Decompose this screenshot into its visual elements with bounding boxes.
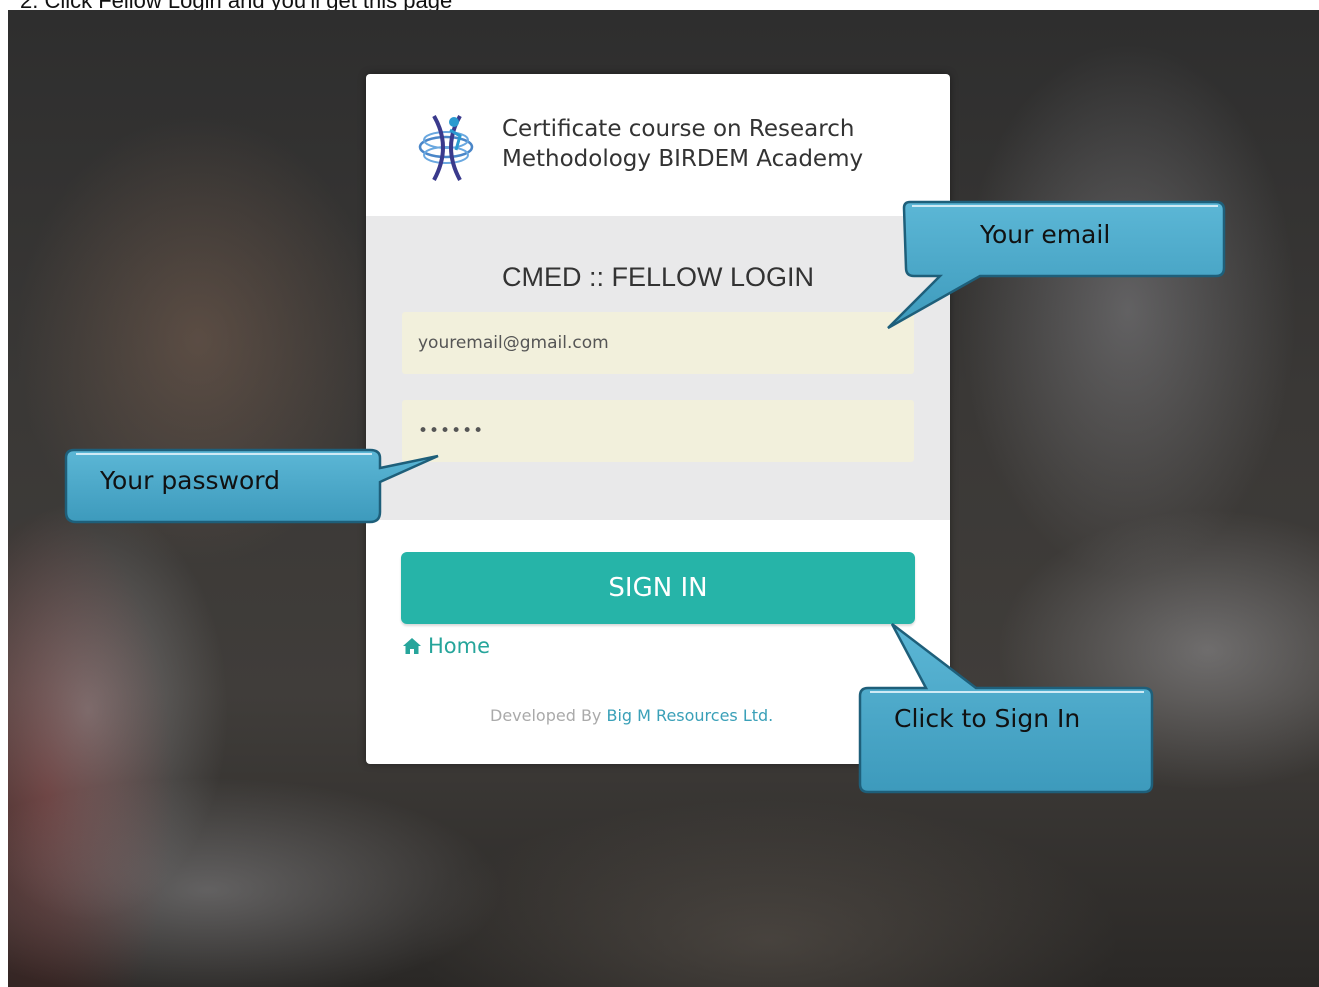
email-field[interactable]: youremail@gmail.com [402,312,914,374]
course-title-line2: Methodology BIRDEM Academy [502,146,864,172]
login-heading: CMED :: FELLOW LOGIN [501,262,815,292]
company-link[interactable]: Big M Resources Ltd. [606,706,773,725]
password-field[interactable]: •••••• [402,400,914,462]
sign-in-button[interactable]: SIGN IN [401,552,915,624]
callout-email: Your email [880,196,1230,336]
credit-prefix: Developed By [490,706,607,725]
callout-signin-text: Click to Sign In [894,704,1081,733]
course-title-line1: Certificate course on Research [502,116,855,142]
login-form-area: CMED :: FELLOW LOGIN youremail@gmail.com… [366,216,950,520]
callout-signin: Click to Sign In [856,622,1156,800]
callout-password-text: Your password [100,466,281,495]
course-title: Certificate course on Research Methodolo… [502,114,932,174]
academy-logo-icon [418,114,474,181]
callout-password: Your password [60,446,450,532]
card-header: Certificate course on Research Methodolo… [366,74,950,216]
developer-credit: Developed By Big M Resources Ltd. [490,706,773,725]
home-link[interactable]: Home [402,634,490,658]
home-link-label: Home [428,634,491,658]
home-icon [403,638,421,654]
callout-email-text: Your email [980,220,1111,249]
callout-email-shape [887,200,1226,330]
